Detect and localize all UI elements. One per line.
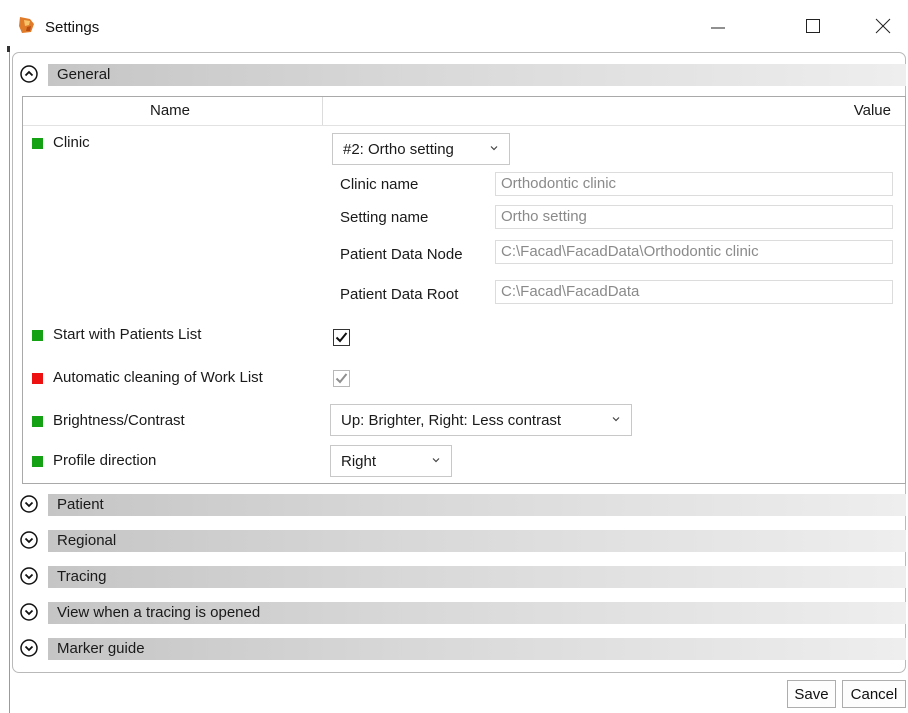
section-bar (48, 64, 906, 86)
brightness-contrast-value: Up: Brighter, Right: Less contrast (341, 411, 562, 429)
patient-data-node-label: Patient Data Node (340, 246, 463, 263)
chevron-down-icon[interactable] (20, 495, 38, 513)
start-with-patients-list-checkbox[interactable] (333, 329, 350, 346)
status-marker-green (32, 138, 43, 149)
status-marker-green (32, 456, 43, 467)
maximize-button[interactable] (790, 10, 836, 42)
grid-header: Name Value (23, 97, 905, 126)
patient-data-root-label: Patient Data Root (340, 286, 459, 303)
section-patient[interactable]: Patient (20, 494, 906, 516)
setting-name-field[interactable]: Ortho setting (495, 205, 893, 229)
section-label: Tracing (57, 568, 107, 585)
brightness-contrast-dropdown[interactable]: Up: Brighter, Right: Less contrast (330, 404, 632, 436)
close-icon (875, 18, 891, 34)
brightness-contrast-label: Brightness/Contrast (53, 412, 185, 429)
save-button[interactable]: Save (787, 680, 836, 708)
automatic-cleaning-checkbox[interactable] (333, 370, 350, 387)
name-column-header: Name (150, 102, 191, 119)
section-view-when-tracing-opened[interactable]: View when a tracing is opened (20, 602, 906, 624)
chevron-down-icon[interactable] (20, 531, 38, 549)
clinic-dropdown[interactable]: #2: Ortho setting (332, 133, 510, 165)
section-regional[interactable]: Regional (20, 530, 906, 552)
patient-data-root-field[interactable]: C:\Facad\FacadData (495, 280, 893, 304)
section-label: General (57, 66, 111, 83)
clinic-label: Clinic (53, 134, 90, 151)
section-bar (48, 566, 906, 588)
section-general[interactable]: General (20, 64, 906, 86)
section-label: Patient (57, 496, 104, 513)
section-bar (48, 494, 906, 516)
automatic-cleaning-label: Automatic cleaning of Work List (53, 369, 263, 386)
minimize-button[interactable] (695, 10, 741, 42)
window-left-border (9, 48, 10, 713)
section-label: Regional (57, 532, 117, 549)
chevron-down-icon (612, 417, 620, 422)
patient-data-node-field[interactable]: C:\Facad\FacadData\Orthodontic clinic (495, 240, 893, 264)
minimize-icon (711, 27, 725, 29)
app-icon (19, 17, 34, 33)
column-divider[interactable] (322, 97, 323, 125)
chevron-down-icon (490, 146, 498, 151)
section-bar (48, 638, 906, 660)
start-with-patients-list-label: Start with Patients List (53, 326, 202, 343)
profile-direction-value: Right (341, 452, 377, 470)
profile-direction-dropdown[interactable]: Right (330, 445, 452, 477)
chevron-up-icon[interactable] (20, 65, 38, 83)
clinic-name-label: Clinic name (340, 176, 419, 193)
status-marker-green (32, 416, 43, 427)
section-marker-guide[interactable]: Marker guide (20, 638, 906, 660)
chevron-down-icon[interactable] (20, 639, 38, 657)
checkmark-icon (335, 332, 348, 343)
section-tracing[interactable]: Tracing (20, 566, 906, 588)
chevron-down-icon (432, 458, 440, 463)
clinic-name-field[interactable]: Orthodontic clinic (495, 172, 893, 196)
section-label: Marker guide (57, 640, 145, 657)
section-bar (48, 530, 906, 552)
cancel-button[interactable]: Cancel (842, 680, 906, 708)
status-marker-green (32, 330, 43, 341)
maximize-icon (806, 19, 820, 33)
section-label: View when a tracing is opened (57, 604, 261, 621)
title-bar: Settings (0, 0, 908, 48)
close-button[interactable] (860, 10, 906, 42)
chevron-down-icon[interactable] (20, 567, 38, 585)
profile-direction-label: Profile direction (53, 452, 157, 469)
settings-window: Settings General Name Value Clinic #2: O… (0, 0, 908, 713)
window-title: Settings (45, 19, 100, 36)
checkmark-icon (335, 373, 348, 384)
value-column-header: Value (853, 102, 891, 119)
clinic-dropdown-value: #2: Ortho setting (343, 140, 454, 158)
chevron-down-icon[interactable] (20, 603, 38, 621)
setting-name-label: Setting name (340, 209, 429, 226)
status-marker-red (32, 373, 43, 384)
